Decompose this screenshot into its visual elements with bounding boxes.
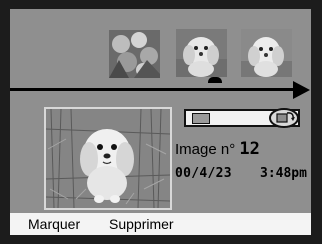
image-number: 12 xyxy=(239,139,260,159)
arrow-right-icon xyxy=(293,81,310,99)
delete-button[interactable]: Supprimer xyxy=(109,216,174,232)
thumbnail-dog-selected[interactable] xyxy=(176,29,227,77)
image-label-text: Image n° xyxy=(175,141,240,158)
image-time: 3:48pm xyxy=(260,166,307,181)
timeline-bar[interactable] xyxy=(10,88,294,91)
image-number-label: Image n° 12 xyxy=(175,140,260,159)
selection-pointer-icon xyxy=(208,77,222,83)
mark-button[interactable]: Marquer xyxy=(28,216,80,232)
rotate-icon[interactable] xyxy=(268,107,300,129)
bottom-menu-bar: Marquer Supprimer xyxy=(10,213,311,235)
image-preview xyxy=(44,107,172,210)
image-scroll-slider[interactable] xyxy=(184,107,300,129)
frame-icon[interactable] xyxy=(192,113,210,124)
image-date: 00/4/23 xyxy=(175,166,232,181)
camera-lcd-screen: Image n° 12 00/4/23 3:48pm Marquer Suppr… xyxy=(10,9,311,235)
thumbnail-flowers[interactable] xyxy=(109,30,160,78)
thumbnail-dog[interactable] xyxy=(241,29,292,77)
